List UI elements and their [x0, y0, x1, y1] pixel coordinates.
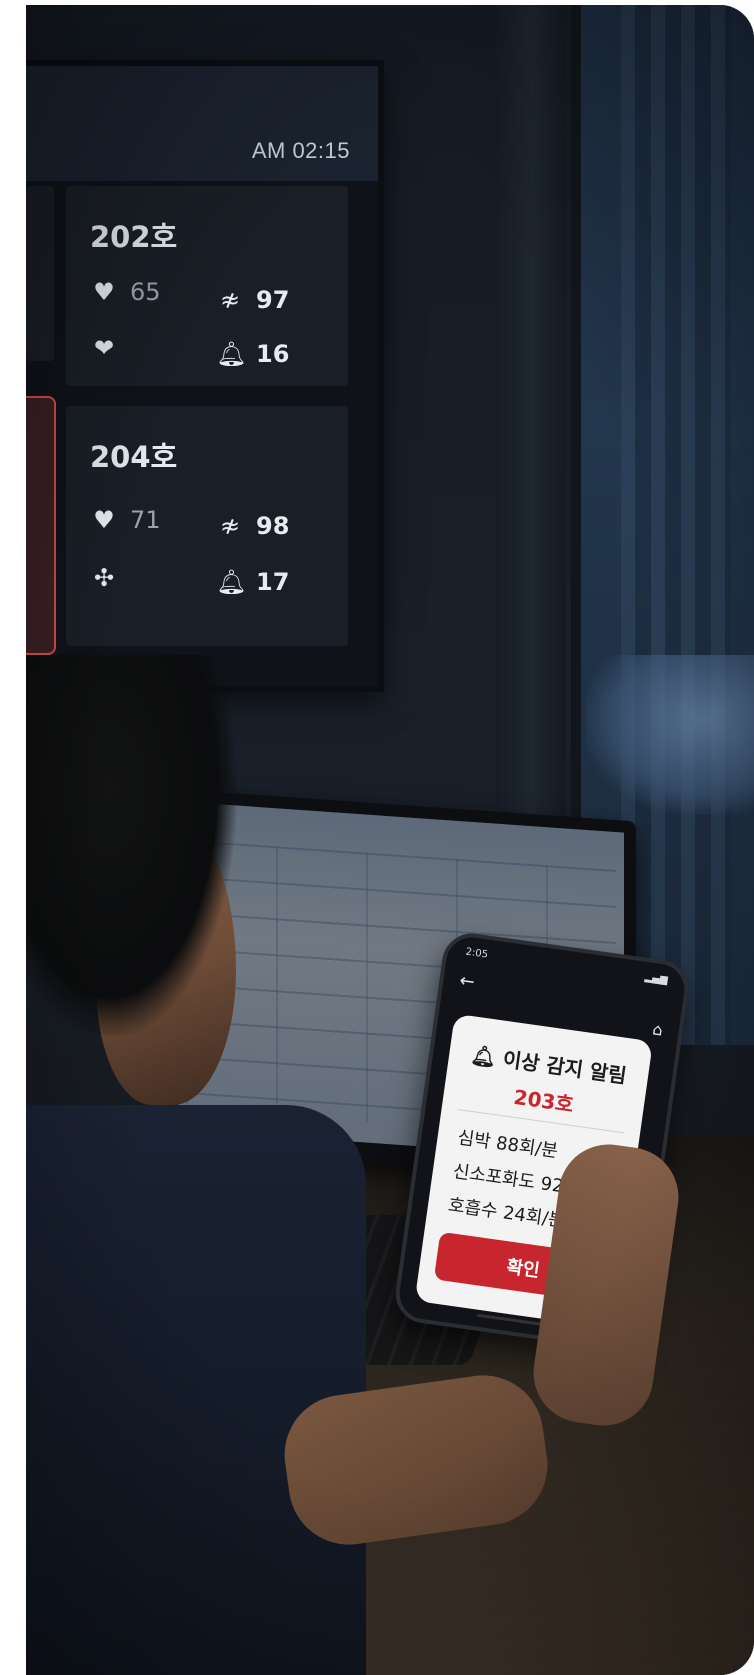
room-panel-202[interactable]: 202호 ♥ 65 ≉ 97 ❤ 🔔︎ 16 [66, 186, 348, 386]
bell-icon: 🔔︎ [216, 340, 247, 368]
curtain [621, 5, 731, 1045]
bell-icon: 🔔︎ [216, 568, 247, 596]
alert-heart-rate: 심박 88회/분 [456, 1127, 560, 1163]
room-title: 204호 [90, 440, 178, 474]
heart-icon: ♥ [93, 278, 115, 306]
spo2-value: 98 [256, 512, 290, 540]
resp-metric: 🔔︎ 16 [216, 340, 289, 368]
heart-rate-metric: ♥ 65 [90, 278, 161, 306]
home-icon[interactable]: ⌂ [651, 1019, 664, 1039]
person-hair [26, 655, 236, 1035]
resp-metric: 🔔︎ 17 [216, 568, 289, 596]
spo2-icon: ≉ [219, 286, 241, 314]
spo2-value: 97 [256, 286, 290, 314]
heartbeat-metric: ✣ [90, 564, 118, 592]
heart-rate-value: 71 [130, 506, 161, 534]
heartbeat-icon: ❤ [93, 334, 115, 362]
spo2-metric: ≉ 97 [216, 286, 289, 314]
phone-time: 2:05 [464, 946, 489, 961]
heart-icon: ♥ [93, 506, 115, 534]
spo2-metric: ≉ 98 [216, 512, 289, 540]
wall-monitor: AM 02:15 202호 ♥ 65 ≉ 97 ❤ 🔔︎ 16 204호 ♥ 7… [26, 60, 384, 692]
bed [586, 655, 754, 815]
room-panel-204[interactable]: 204호 ♥ 71 ≉ 98 ✣ 🔔︎ 17 [66, 406, 348, 646]
resp-rate-value: 17 [256, 568, 290, 596]
person-body [26, 1105, 366, 1675]
bell-icon: 🔔︎ [469, 1042, 498, 1070]
heartbeat-icon: ✣ [93, 564, 115, 592]
heart-rate-metric: ♥ 71 [90, 506, 161, 534]
spo2-icon: ≉ [219, 512, 241, 540]
alert-resp-rate: 호흡수 24회/분 [446, 1194, 567, 1232]
scene: AM 02:15 202호 ♥ 65 ≉ 97 ❤ 🔔︎ 16 204호 ♥ 7… [26, 5, 754, 1675]
resp-rate-value: 16 [256, 340, 290, 368]
heart-rate-value: 65 [130, 278, 161, 306]
room-panel-partial [26, 186, 54, 361]
signal-icon: ▂▄▆ [644, 971, 669, 986]
room-title: 202호 [90, 220, 178, 254]
back-arrow-icon[interactable]: ← [458, 970, 476, 993]
clock: AM 02:15 [251, 138, 350, 163]
room-panel-alert[interactable] [26, 396, 56, 655]
heartbeat-metric: ❤ [90, 334, 118, 362]
